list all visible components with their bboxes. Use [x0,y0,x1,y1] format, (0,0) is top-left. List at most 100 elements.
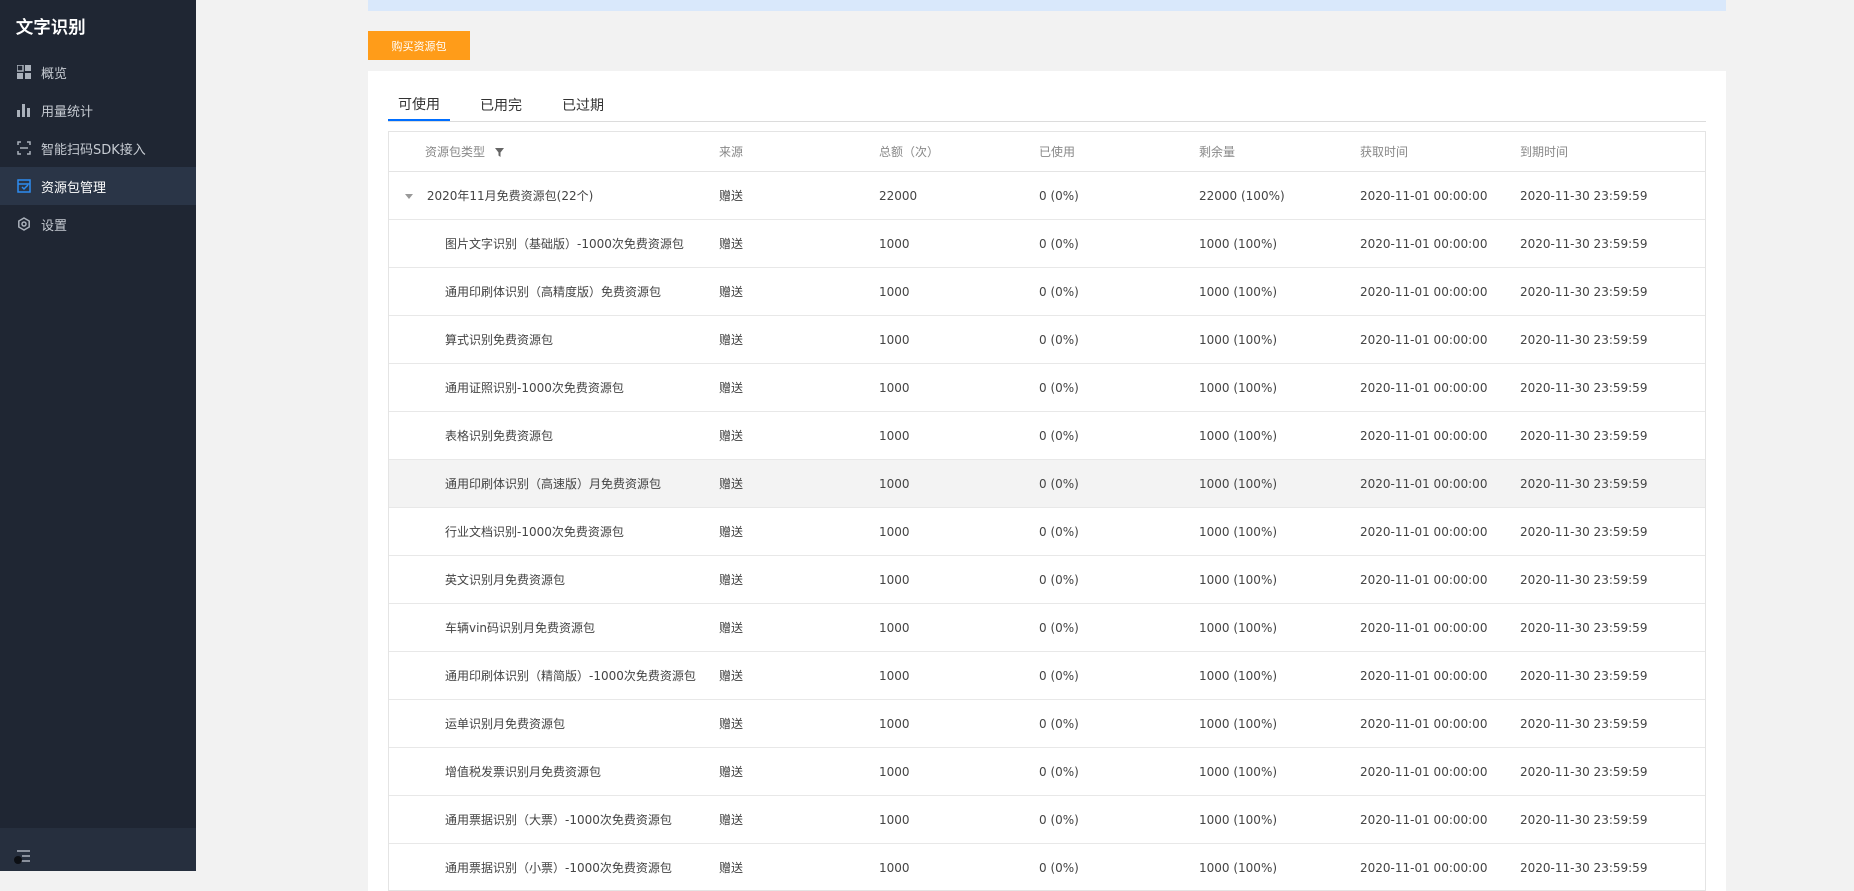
cell-name: 图片文字识别（基础版）-1000次免费资源包 [389,220,719,268]
menu-collapse-icon[interactable] [14,848,32,866]
cell-source: 赠送 [719,556,879,604]
sidebar: 文字识别 概览 用量统计 智能扫码SDK接入 资源包管理 [0,0,196,871]
cell-expires: 2020-11-30 23:59:59 [1520,412,1705,460]
cell-used: 0 (0%) [1039,268,1199,316]
cell-total: 1000 [879,508,1039,556]
cell-used: 0 (0%) [1039,364,1199,412]
cell-total: 1000 [879,844,1039,891]
cell-acquired: 2020-11-01 00:00:00 [1360,172,1520,220]
cell-remaining: 1000 (100%) [1199,364,1360,412]
cell-remaining: 1000 (100%) [1199,700,1360,748]
sidebar-item-usage[interactable]: 用量统计 [0,91,196,129]
cell-source: 赠送 [719,748,879,796]
cell-source: 赠送 [719,700,879,748]
cell-source: 赠送 [719,460,879,508]
sidebar-item-overview[interactable]: 概览 [0,53,196,91]
cell-source: 赠送 [719,604,879,652]
cell-used: 0 (0%) [1039,220,1199,268]
cell-total: 1000 [879,364,1039,412]
cell-remaining: 1000 (100%) [1199,412,1360,460]
gear-icon [16,216,32,232]
cell-name: 通用印刷体识别（精简版）-1000次免费资源包 [389,652,719,700]
table-row[interactable]: 车辆vin码识别月免费资源包赠送10000 (0%)1000 (100%)202… [389,604,1705,652]
cell-acquired: 2020-11-01 00:00:00 [1360,604,1520,652]
cell-expires: 2020-11-30 23:59:59 [1520,700,1705,748]
cell-source: 赠送 [719,220,879,268]
cell-remaining: 1000 (100%) [1199,652,1360,700]
cell-used: 0 (0%) [1039,508,1199,556]
column-header-used: 已使用 [1039,132,1199,172]
cell-used: 0 (0%) [1039,604,1199,652]
dashboard-icon [16,64,32,80]
cell-total: 22000 [879,172,1039,220]
cell-expires: 2020-11-30 23:59:59 [1520,844,1705,891]
sidebar-item-label: 智能扫码SDK接入 [41,139,146,158]
cell-total: 1000 [879,604,1039,652]
table-row[interactable]: 通用票据识别（大票）-1000次免费资源包赠送10000 (0%)1000 (1… [389,796,1705,844]
cell-used: 0 (0%) [1039,700,1199,748]
cell-acquired: 2020-11-01 00:00:00 [1360,460,1520,508]
cell-total: 1000 [879,652,1039,700]
tab-used-up[interactable]: 已用完 [470,89,532,120]
cell-source: 赠送 [719,652,879,700]
bar-chart-icon [16,102,32,118]
table-row[interactable]: 通用印刷体识别（高速版）月免费资源包赠送10000 (0%)1000 (100%… [389,460,1705,508]
cell-source: 赠送 [719,268,879,316]
table-row[interactable]: 通用票据识别（小票）-1000次免费资源包赠送10000 (0%)1000 (1… [389,844,1705,891]
cell-total: 1000 [879,412,1039,460]
tab-bar: 可使用 已用完 已过期 [388,89,1706,122]
cell-acquired: 2020-11-01 00:00:00 [1360,364,1520,412]
app-title: 文字识别 [16,13,86,38]
package-icon [16,178,32,194]
sidebar-item-sdk[interactable]: 智能扫码SDK接入 [0,129,196,167]
table-row[interactable]: 表格识别免费资源包赠送10000 (0%)1000 (100%)2020-11-… [389,412,1705,460]
cell-used: 0 (0%) [1039,412,1199,460]
cell-total: 1000 [879,556,1039,604]
cell-total: 1000 [879,220,1039,268]
cell-acquired: 2020-11-01 00:00:00 [1360,556,1520,604]
cell-used: 0 (0%) [1039,172,1199,220]
table-row[interactable]: 通用证照识别-1000次免费资源包赠送10000 (0%)1000 (100%)… [389,364,1705,412]
cell-acquired: 2020-11-01 00:00:00 [1360,796,1520,844]
table-header-row: 资源包类型 来源 总额（次） 已使用 剩余量 获取时间 到期时间 [389,132,1705,172]
caret-down-icon[interactable] [405,194,413,199]
cell-used: 0 (0%) [1039,460,1199,508]
sidebar-item-packages[interactable]: 资源包管理 [0,167,196,205]
cell-expires: 2020-11-30 23:59:59 [1520,652,1705,700]
table-row[interactable]: 行业文档识别-1000次免费资源包赠送10000 (0%)1000 (100%)… [389,508,1705,556]
cell-expires: 2020-11-30 23:59:59 [1520,604,1705,652]
sidebar-item-label: 设置 [41,215,67,234]
column-header-type[interactable]: 资源包类型 [389,132,719,172]
cell-expires: 2020-11-30 23:59:59 [1520,556,1705,604]
sidebar-item-label: 用量统计 [41,101,93,120]
cell-used: 0 (0%) [1039,316,1199,364]
cell-source: 赠送 [719,364,879,412]
cell-used: 0 (0%) [1039,556,1199,604]
table-row[interactable]: 英文识别月免费资源包赠送10000 (0%)1000 (100%)2020-11… [389,556,1705,604]
cell-acquired: 2020-11-01 00:00:00 [1360,652,1520,700]
table-row[interactable]: 图片文字识别（基础版）-1000次免费资源包赠送10000 (0%)1000 (… [389,220,1705,268]
table-row[interactable]: 通用印刷体识别（高精度版）免费资源包赠送10000 (0%)1000 (100%… [389,268,1705,316]
tab-expired[interactable]: 已过期 [552,89,614,120]
buy-package-button[interactable]: 购买资源包 [368,31,470,60]
package-panel: 可使用 已用完 已过期 资源包类型 来源 总额（次） 已使用 [368,71,1726,891]
table-group-row[interactable]: 2020年11月免费资源包(22个) 赠送 22000 0 (0%) 22000… [389,172,1705,220]
cell-used: 0 (0%) [1039,796,1199,844]
tab-available[interactable]: 可使用 [388,89,450,121]
cell-remaining: 1000 (100%) [1199,796,1360,844]
cell-source: 赠送 [719,172,879,220]
table-row[interactable]: 增值税发票识别月免费资源包赠送10000 (0%)1000 (100%)2020… [389,748,1705,796]
cell-name: 英文识别月免费资源包 [389,556,719,604]
table-row[interactable]: 运单识别月免费资源包赠送10000 (0%)1000 (100%)2020-11… [389,700,1705,748]
sidebar-item-settings[interactable]: 设置 [0,205,196,243]
table-row[interactable]: 算式识别免费资源包赠送10000 (0%)1000 (100%)2020-11-… [389,316,1705,364]
cell-expires: 2020-11-30 23:59:59 [1520,268,1705,316]
filter-icon[interactable] [495,146,504,160]
sidebar-footer [0,828,196,871]
notice-bar [368,0,1726,11]
cell-acquired: 2020-11-01 00:00:00 [1360,508,1520,556]
cell-name: 通用证照识别-1000次免费资源包 [389,364,719,412]
cell-acquired: 2020-11-01 00:00:00 [1360,700,1520,748]
table-row[interactable]: 通用印刷体识别（精简版）-1000次免费资源包赠送10000 (0%)1000 … [389,652,1705,700]
cell-remaining: 1000 (100%) [1199,604,1360,652]
